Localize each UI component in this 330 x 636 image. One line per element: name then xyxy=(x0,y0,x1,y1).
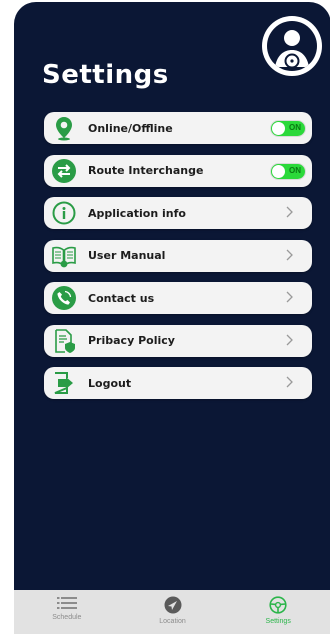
info-icon xyxy=(50,199,78,227)
toggle-knob xyxy=(272,122,285,135)
setting-label: Route Interchange xyxy=(88,164,204,177)
toggle-state-text: ON xyxy=(289,123,301,132)
setting-label: Logout xyxy=(88,376,132,390)
setting-user-manual[interactable]: User Manual xyxy=(44,239,312,272)
tab-schedule[interactable]: Schedule xyxy=(14,590,120,634)
setting-label: Online/Offline xyxy=(88,121,173,135)
driver-avatar[interactable] xyxy=(262,16,322,76)
list-icon xyxy=(56,597,77,609)
setting-label: Application info xyxy=(88,206,186,220)
book-icon xyxy=(50,242,78,270)
tab-location[interactable]: Location xyxy=(120,590,226,634)
navigation-icon xyxy=(164,596,181,614)
setting-label: Contact us xyxy=(88,291,155,305)
page-title: Settings xyxy=(42,60,169,90)
chevron-right-icon xyxy=(286,291,293,303)
setting-online-offline[interactable]: Online/Offline ON xyxy=(44,112,312,144)
route-interchange-toggle[interactable]: ON xyxy=(270,162,306,180)
chevron-right-icon xyxy=(286,376,293,388)
steering-wheel-icon xyxy=(269,596,287,614)
chevron-right-icon xyxy=(286,334,293,345)
toggle-state-text: ON xyxy=(289,165,301,175)
tab-label: Schedule xyxy=(52,614,82,621)
setting-contact-us[interactable]: Contact us xyxy=(44,282,312,314)
tab-label: Settings xyxy=(265,618,291,625)
policy-document-icon xyxy=(50,327,78,355)
setting-privacy-policy[interactable]: Pribacy Policy xyxy=(44,324,312,357)
setting-label: Pribacy Policy xyxy=(88,334,175,347)
swap-arrows-icon xyxy=(50,157,78,185)
chevron-right-icon xyxy=(286,206,293,218)
setting-label: User Manual xyxy=(88,249,166,262)
online-offline-toggle[interactable]: ON xyxy=(270,120,306,137)
setting-route-interchange[interactable]: Route Interchange ON xyxy=(44,154,312,187)
tab-label: Location xyxy=(159,618,186,625)
bottom-tab-bar: Schedule Location Settings xyxy=(14,590,330,634)
tab-settings[interactable]: Settings xyxy=(225,590,330,634)
toggle-knob xyxy=(272,164,285,178)
logout-icon xyxy=(50,369,78,397)
phone-screen: Settings Online/Offline ON Route Interch… xyxy=(14,2,330,634)
settings-list: Online/Offline ON Route Interchange ON A… xyxy=(44,112,312,410)
location-pin-icon xyxy=(50,114,78,142)
chevron-right-icon xyxy=(286,249,293,260)
driver-icon xyxy=(267,21,317,71)
setting-logout[interactable]: Logout xyxy=(44,367,312,399)
setting-application-info[interactable]: Application info xyxy=(44,197,312,229)
phone-icon xyxy=(50,284,78,312)
